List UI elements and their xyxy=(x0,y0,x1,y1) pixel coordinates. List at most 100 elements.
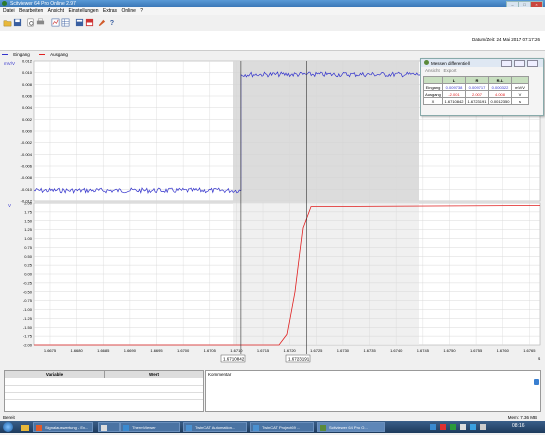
menu-datei[interactable]: Datei xyxy=(3,7,15,15)
x-tick-label: 1.6715 xyxy=(257,348,270,353)
status-left: Bereit xyxy=(3,415,15,420)
measure-menu-export[interactable]: Export xyxy=(444,68,457,73)
y-tick-label: -0.50 xyxy=(23,289,33,294)
help-icon[interactable]: ? xyxy=(107,18,116,27)
layout-icon[interactable] xyxy=(75,18,84,27)
x-tick-label: 1.6690 xyxy=(124,348,137,353)
measure-header: R xyxy=(465,76,489,84)
task-item[interactable]: TwinCAT Project69 ... xyxy=(250,422,314,432)
x-tick-label: 1.6735 xyxy=(363,348,376,353)
y-tick-label: -2.00 xyxy=(23,343,33,348)
y-tick-label: 1.50 xyxy=(24,218,33,223)
x-tick-label: 1.6720 xyxy=(284,348,297,353)
x-tick-label: 1.6710 xyxy=(230,348,243,353)
x-tick-label: 1.6755 xyxy=(470,348,483,353)
y-tick-label: -0.008 xyxy=(21,175,33,180)
menu-online[interactable]: Online xyxy=(121,7,135,15)
measure-menu-ansicht[interactable]: Ansicht xyxy=(425,68,440,73)
measure-cell: -2.001 xyxy=(442,90,466,98)
task-item-active[interactable]: Scitviewer 64 Pro O... xyxy=(317,422,385,432)
clock: 08:16 xyxy=(512,423,525,429)
measure-window[interactable]: Messen differentiell Ansicht Export L R … xyxy=(420,58,544,116)
bottom-panel: Variable Wert Kommentar xyxy=(0,366,545,414)
measure-cell: 0.0012350 xyxy=(488,97,512,105)
task-item[interactable]: TwinCAT Automation... xyxy=(183,422,247,432)
title-bar: Scitviewer 64 Pro Online 2.97 – □ × xyxy=(0,0,545,8)
explorer-icon[interactable] xyxy=(20,422,30,432)
y-tick-label: 0.012 xyxy=(22,59,33,64)
y-tick-label: -0.006 xyxy=(21,164,33,169)
save-icon[interactable] xyxy=(13,18,22,27)
task-item[interactable]: ThermViewer xyxy=(120,422,180,432)
measure-title: Messen differentiell xyxy=(431,60,470,66)
task-item-pinned[interactable] xyxy=(98,422,120,432)
settings-icon[interactable] xyxy=(85,18,94,27)
chart-icon[interactable] xyxy=(51,18,60,27)
variable-table[interactable]: Variable Wert xyxy=(4,370,204,412)
measure-cell: Ausgang xyxy=(423,90,443,98)
measure-cell: 0.000322 xyxy=(488,83,512,91)
cursor-left-value: 1.6710842 xyxy=(223,357,245,362)
scroll-button[interactable] xyxy=(534,379,539,385)
y-tick-label: 0.00 xyxy=(24,272,33,277)
comment-label: Kommentar xyxy=(208,372,232,377)
menu-bearbeiten[interactable]: Bearbeiten xyxy=(19,7,43,15)
y-tick-label: 0.008 xyxy=(22,82,33,87)
marker-icon[interactable] xyxy=(97,18,106,27)
x-tick-label: 1.6740 xyxy=(390,348,403,353)
y-tick-label: -0.004 xyxy=(21,152,33,157)
app-icon xyxy=(2,1,7,6)
variable-column-header[interactable]: Variable xyxy=(5,371,105,378)
start-button[interactable] xyxy=(3,422,13,432)
measure-header xyxy=(423,76,443,84)
toolbar: ? xyxy=(0,15,545,32)
y-tick-label: 1.75 xyxy=(24,209,33,214)
tray-icon[interactable] xyxy=(430,424,436,430)
comment-panel[interactable]: Kommentar xyxy=(205,370,541,412)
y-tick-label: -0.75 xyxy=(23,298,33,303)
y-tick-label: 1.25 xyxy=(24,227,33,232)
measure-cell: V xyxy=(511,90,529,98)
y-tick-label: -1.75 xyxy=(23,334,33,339)
status-bar: Bereit Mem: 7.36 MB xyxy=(0,414,545,421)
menu-help[interactable]: ? xyxy=(140,7,143,15)
menu-einstellungen[interactable]: Einstellungen xyxy=(68,7,98,15)
document-header: Datum/Zeit: 24 Mai 2017 07:17:26 xyxy=(0,31,545,51)
svg-text:?: ? xyxy=(110,18,114,27)
measure-cell: 1.6723191 xyxy=(465,97,489,105)
volume-icon[interactable] xyxy=(480,424,486,430)
wert-column-header[interactable]: Wert xyxy=(105,371,203,378)
y-tick-label: 0.50 xyxy=(24,254,33,259)
open-folder-icon[interactable] xyxy=(3,18,12,27)
tray-icon[interactable] xyxy=(440,424,446,430)
menu-extras[interactable]: Extras xyxy=(103,7,117,15)
task-item[interactable]: Signalauswertung - Ex... xyxy=(33,422,93,432)
x-tick-label: 1.6685 xyxy=(97,348,110,353)
table-divider xyxy=(5,399,203,400)
x-tick-label: 1.6750 xyxy=(443,348,456,353)
measure-maximize-button[interactable] xyxy=(514,60,525,67)
x-tick-label: 1.6730 xyxy=(337,348,350,353)
measure-header: L xyxy=(442,76,466,84)
y-tick-label: 0.25 xyxy=(24,263,33,268)
measure-header xyxy=(511,76,529,84)
y-tick-label: 1.00 xyxy=(24,236,33,241)
menu-ansicht[interactable]: Ansicht xyxy=(48,7,64,15)
tray-icon[interactable] xyxy=(450,424,456,430)
measure-minimize-button[interactable] xyxy=(501,60,512,67)
x-tick-label: 1.6760 xyxy=(497,348,510,353)
measure-cell: 0.009738 xyxy=(442,83,466,91)
measure-close-button[interactable] xyxy=(527,60,538,67)
y-tick-label: 0.004 xyxy=(22,105,33,110)
y-tick-label: -0.010 xyxy=(21,187,33,192)
measure-header: R-L xyxy=(488,76,512,84)
taskbar: Signalauswertung - Ex... ThermViewer Twi… xyxy=(0,421,545,433)
network-icon[interactable] xyxy=(470,424,476,430)
print-icon[interactable] xyxy=(36,18,45,27)
table-icon[interactable] xyxy=(61,18,70,27)
x-unit-label: s xyxy=(538,356,541,361)
y-tick-label: 0.010 xyxy=(22,70,33,75)
measure-title-bar[interactable]: Messen differentiell xyxy=(421,59,543,67)
tray-icon[interactable] xyxy=(460,424,466,430)
preview-icon[interactable] xyxy=(26,18,35,27)
